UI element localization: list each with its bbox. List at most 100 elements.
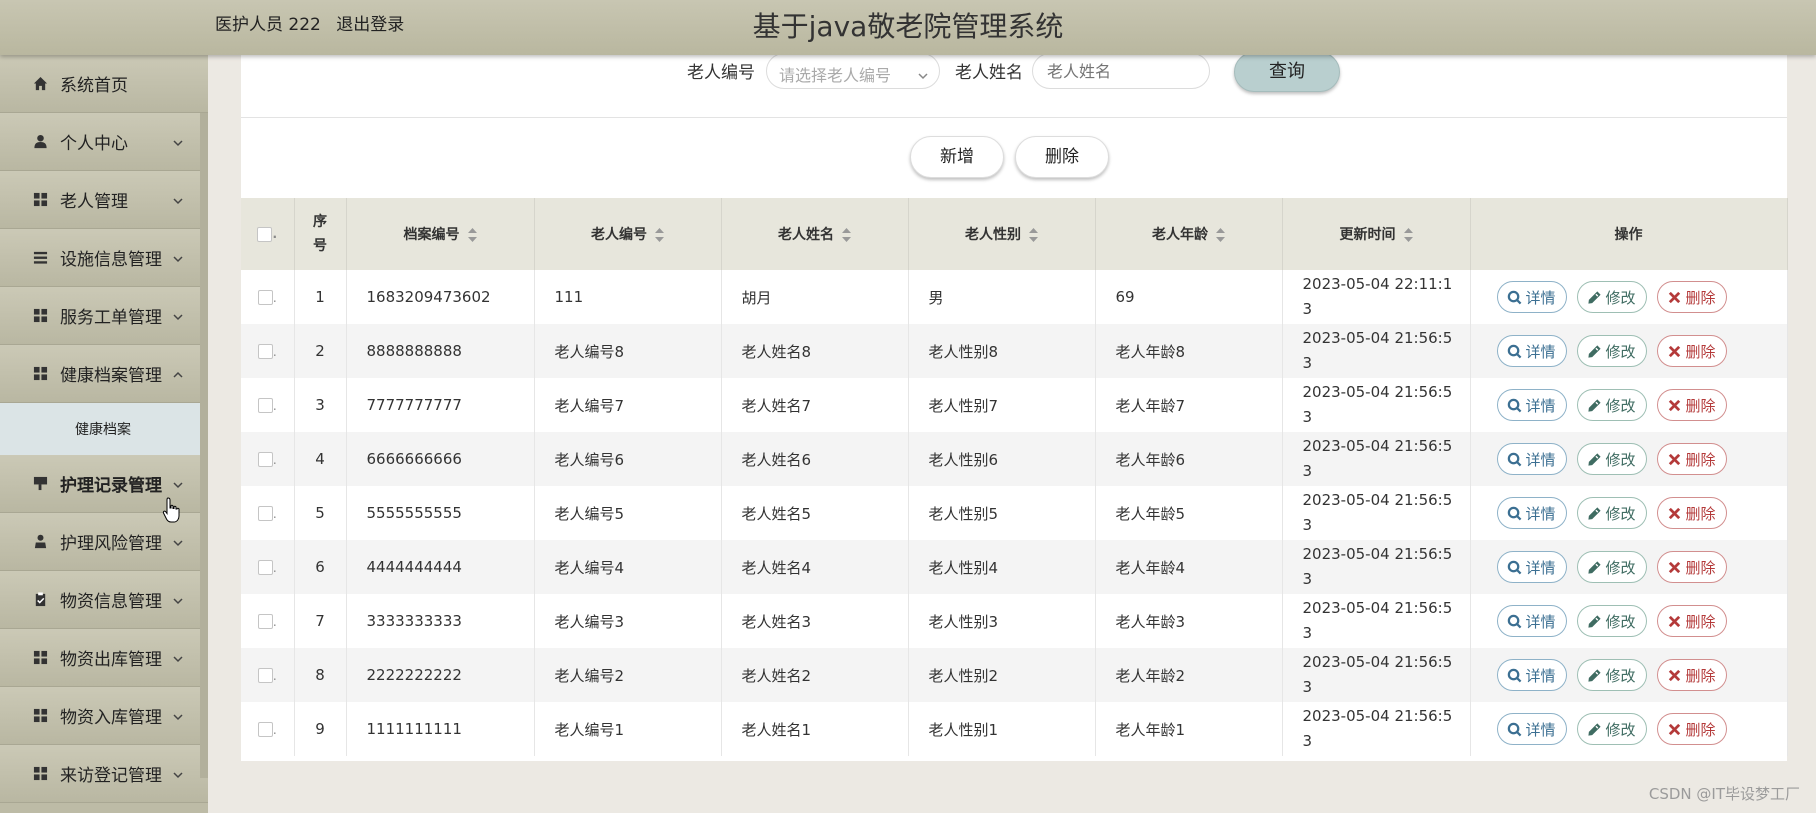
cell-elder-no: 老人编号4 <box>534 540 722 594</box>
chevron-down-icon <box>172 250 184 263</box>
table-row: . 5 5555555555 老人编号5 老人姓名5 老人性别5 老人年龄5 2023-05-… <box>241 486 1788 540</box>
row-checkbox[interactable] <box>257 722 273 737</box>
cell-gender: 老人性别1 <box>908 702 1096 756</box>
delete-button[interactable]: 删除 <box>1656 551 1727 583</box>
delete-button[interactable]: 删除 <box>1656 335 1727 367</box>
cell-index: 2 <box>294 324 347 378</box>
detail-button[interactable]: 详情 <box>1496 389 1567 421</box>
sidebar-item-label: 服务工单管理 <box>60 308 162 328</box>
sort-icon[interactable] <box>467 228 477 242</box>
row-checkbox[interactable] <box>257 506 273 521</box>
edit-button[interactable]: 修改 <box>1576 281 1647 313</box>
detail-button[interactable]: 详情 <box>1496 659 1567 691</box>
header-elder-no[interactable]: 老人编号 <box>534 198 722 270</box>
edit-button[interactable]: 修改 <box>1576 497 1647 529</box>
row-select-cell[interactable]: . <box>241 486 295 540</box>
detail-button[interactable]: 详情 <box>1496 713 1567 745</box>
sidebar-item-elder-management[interactable]: 老人管理 <box>0 171 208 229</box>
sort-icon[interactable] <box>1029 228 1038 242</box>
sidebar-item-supply-info[interactable]: 物资信息管理 <box>0 571 208 629</box>
delete-button[interactable]: 删除 <box>1656 281 1727 313</box>
delete-button[interactable]: 删除 <box>1656 713 1727 745</box>
sidebar-scrollbar[interactable] <box>200 113 208 778</box>
edit-button[interactable]: 修改 <box>1576 605 1647 637</box>
search-icon <box>1507 344 1525 359</box>
header-gender[interactable]: 老人性别 <box>908 198 1096 270</box>
grid-icon <box>32 708 48 724</box>
cell-elder-name: 老人姓名1 <box>721 702 909 756</box>
cell-record-no: 3333333333 <box>346 594 535 648</box>
row-select-cell[interactable]: . <box>241 378 295 432</box>
row-checkbox[interactable] <box>257 560 273 575</box>
cell-age: 老人年龄2 <box>1095 648 1283 702</box>
sidebar-item-home[interactable]: 系统首页 <box>0 55 208 113</box>
row-checkbox[interactable] <box>257 290 273 305</box>
cell-age: 69 <box>1095 270 1283 324</box>
delete-button[interactable]: 删除 <box>1656 497 1727 529</box>
chevron-up-icon <box>172 366 184 378</box>
header-record-no[interactable]: 档案编号 <box>346 198 535 270</box>
elder-name-input[interactable] <box>1032 53 1210 89</box>
detail-label: 详情 <box>1525 558 1556 577</box>
detail-button[interactable]: 详情 <box>1496 551 1567 583</box>
delete-label: 删除 <box>1685 558 1716 577</box>
row-select-cell[interactable]: . <box>241 540 295 594</box>
pencil-icon <box>1587 506 1605 521</box>
sidebar-item-visitor-registration[interactable]: 来访登记管理 <box>0 745 208 803</box>
row-select-cell[interactable]: . <box>241 324 295 378</box>
sort-icon[interactable] <box>655 228 664 242</box>
sidebar-item-supply-outbound[interactable]: 物资出库管理 <box>0 629 208 687</box>
search-icon <box>1507 506 1525 521</box>
sort-icon[interactable] <box>1216 228 1225 242</box>
row-select-cell[interactable]: . <box>241 648 295 702</box>
sidebar-item-personal-center[interactable]: 个人中心 <box>0 113 208 171</box>
header-update-time[interactable]: 更新时间 <box>1282 198 1471 270</box>
row-checkbox[interactable] <box>257 398 273 413</box>
row-select-cell[interactable]: . <box>241 270 295 324</box>
delete-button[interactable]: 删除 <box>1656 605 1727 637</box>
sidebar-subitem-health-record[interactable]: 健康档案 <box>0 403 208 455</box>
row-select-cell[interactable]: . <box>241 432 295 486</box>
delete-button[interactable]: 删除 <box>1656 389 1727 421</box>
sort-icon[interactable] <box>1403 228 1413 242</box>
edit-button[interactable]: 修改 <box>1576 713 1647 745</box>
edit-button[interactable]: 修改 <box>1576 443 1647 475</box>
delete-label: 删除 <box>1685 450 1716 469</box>
delete-button[interactable]: 删除 <box>1656 659 1727 691</box>
detail-button[interactable]: 详情 <box>1496 605 1567 637</box>
row-select-cell[interactable]: . <box>241 702 295 756</box>
cell-index: 5 <box>294 486 347 540</box>
sidebar-item-health-record[interactable]: 健康档案管理 <box>0 345 208 403</box>
edit-button[interactable]: 修改 <box>1576 659 1647 691</box>
sidebar-item-service-order[interactable]: 服务工单管理 <box>0 287 208 345</box>
row-checkbox[interactable] <box>257 668 273 683</box>
detail-button[interactable]: 详情 <box>1496 281 1567 313</box>
edit-button[interactable]: 修改 <box>1576 551 1647 583</box>
sidebar-item-facility-info[interactable]: 设施信息管理 <box>0 229 208 287</box>
detail-button[interactable]: 详情 <box>1496 497 1567 529</box>
edit-button[interactable]: 修改 <box>1576 335 1647 367</box>
edit-button[interactable]: 修改 <box>1576 389 1647 421</box>
select-all-checkbox[interactable] <box>257 226 273 242</box>
row-checkbox[interactable] <box>257 452 273 467</box>
delete-button[interactable]: 删除 <box>1656 443 1727 475</box>
detail-label: 详情 <box>1525 450 1556 469</box>
batch-delete-button[interactable]: 删除 <box>1015 136 1109 178</box>
detail-button[interactable]: 详情 <box>1496 443 1567 475</box>
detail-button[interactable]: 详情 <box>1496 335 1567 367</box>
add-button[interactable]: 新增 <box>910 136 1004 178</box>
header-elder-name[interactable]: 老人姓名 <box>721 198 909 270</box>
sort-icon[interactable] <box>842 228 851 242</box>
header-age[interactable]: 老人年龄 <box>1095 198 1283 270</box>
elder-no-select[interactable]: 请选择老人编号 <box>766 53 940 89</box>
sidebar-item-supply-inbound[interactable]: 物资入库管理 <box>0 687 208 745</box>
table-row: . 9 1111111111 老人编号1 老人姓名1 老人性别1 老人年龄1 2023-05-… <box>241 702 1788 756</box>
row-select-cell[interactable]: . <box>241 594 295 648</box>
header-select-all[interactable]: . <box>241 198 295 270</box>
row-checkbox[interactable] <box>257 614 273 629</box>
cell-elder-name: 老人姓名7 <box>721 378 909 432</box>
query-button[interactable]: 查询 <box>1234 52 1340 92</box>
header-gender-label: 老人性别 <box>965 227 1021 243</box>
row-checkbox[interactable] <box>257 344 273 359</box>
elder-no-placeholder: 请选择老人编号 <box>779 66 892 85</box>
